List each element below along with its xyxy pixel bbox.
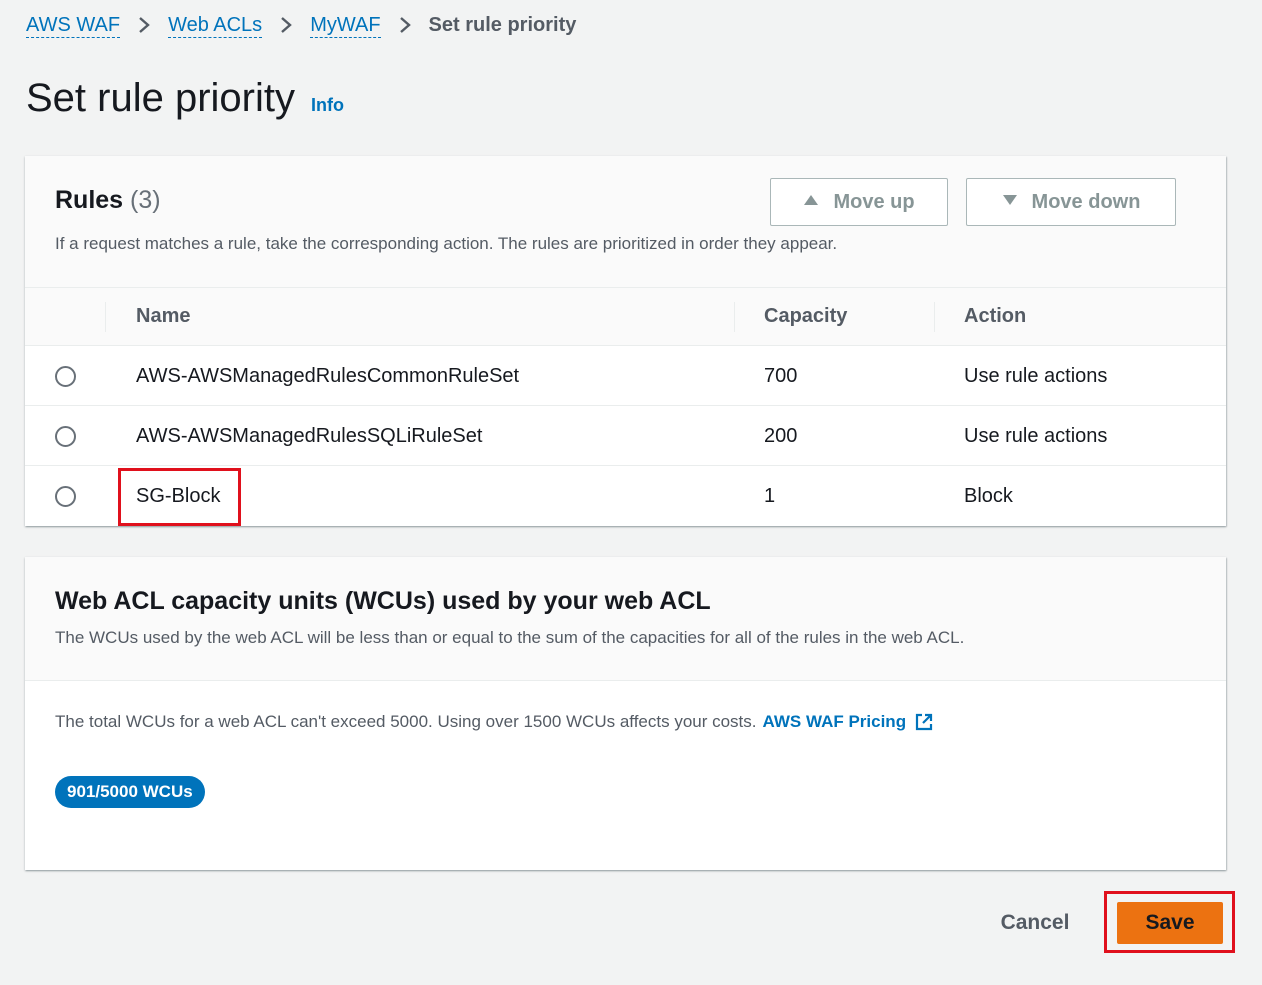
rule-radio-button[interactable] <box>55 486 76 507</box>
breadcrumb-mywaf[interactable]: MyWAF <box>310 13 381 38</box>
wcu-total-text: The total WCUs for a web ACL can't excee… <box>55 712 934 732</box>
rule-capacity: 1 <box>764 485 776 507</box>
column-header-action[interactable]: Action <box>964 305 1026 328</box>
wcu-usage-badge: 901/5000 WCUs <box>55 776 205 808</box>
rules-title: Rules (3) <box>55 186 161 215</box>
wcu-total-message: The total WCUs for a web ACL can't excee… <box>55 712 757 731</box>
column-divider <box>105 302 106 332</box>
move-down-label: Move down <box>1031 190 1141 213</box>
wcu-panel: Web ACL capacity units (WCUs) used by yo… <box>25 557 1226 870</box>
breadcrumb-aws-waf[interactable]: AWS WAF <box>26 13 121 38</box>
page-title: Set rule priority <box>26 76 295 120</box>
rules-title-text: Rules <box>55 186 124 214</box>
rule-action: Block <box>964 485 1013 507</box>
chevron-right-icon <box>280 16 293 34</box>
rules-count: (3) <box>130 186 161 214</box>
rule-capacity: 200 <box>764 425 798 447</box>
page-header: Set rule priority Info <box>26 76 344 121</box>
wcu-description: The WCUs used by the web ACL will be les… <box>55 628 965 647</box>
rule-name: SG-Block <box>136 485 221 507</box>
cancel-button[interactable]: Cancel <box>985 906 1085 940</box>
wcu-title: Web ACL capacity units (WCUs) used by yo… <box>55 587 711 615</box>
caret-down-icon <box>1002 193 1018 211</box>
column-divider <box>734 302 735 332</box>
table-row[interactable]: AWS-AWSManagedRulesCommonRuleSet 700 Use… <box>25 346 1226 406</box>
table-row[interactable]: SG-Block 1 Block <box>25 466 1226 526</box>
wcu-header: Web ACL capacity units (WCUs) used by yo… <box>25 557 1226 681</box>
column-header-capacity[interactable]: Capacity <box>764 305 847 328</box>
breadcrumb-current: Set rule priority <box>428 13 577 36</box>
move-up-button[interactable]: Move up <box>770 178 948 226</box>
move-down-button[interactable]: Move down <box>966 178 1176 226</box>
external-link-icon[interactable] <box>914 712 934 732</box>
breadcrumb: AWS WAF Web ACLs MyWAF Set rule priority <box>26 11 576 39</box>
rules-header: Rules (3) If a request matches a rule, t… <box>25 156 1226 288</box>
rules-table-header: Name Capacity Action <box>25 288 1226 346</box>
rule-action: Use rule actions <box>964 425 1108 447</box>
info-link[interactable]: Info <box>311 95 344 116</box>
rule-action: Use rule actions <box>964 365 1108 387</box>
rules-description: If a request matches a rule, take the co… <box>55 234 838 253</box>
save-button[interactable]: Save <box>1117 902 1223 944</box>
column-divider <box>934 302 935 332</box>
chevron-right-icon <box>399 16 411 34</box>
rule-name: AWS-AWSManagedRulesCommonRuleSet <box>136 365 520 387</box>
chevron-right-icon <box>138 16 150 34</box>
rule-radio-button[interactable] <box>55 366 76 387</box>
column-header-name[interactable]: Name <box>136 305 190 328</box>
rules-panel: Rules (3) If a request matches a rule, t… <box>25 156 1226 526</box>
rule-radio-button[interactable] <box>55 426 76 447</box>
breadcrumb-web-acls[interactable]: Web ACLs <box>168 13 263 38</box>
rule-capacity: 700 <box>764 365 798 387</box>
caret-up-icon <box>803 193 819 211</box>
rule-name: AWS-AWSManagedRulesSQLiRuleSet <box>136 425 483 447</box>
aws-waf-pricing-link[interactable]: AWS WAF Pricing <box>763 712 907 732</box>
table-row[interactable]: AWS-AWSManagedRulesSQLiRuleSet 200 Use r… <box>25 406 1226 466</box>
move-up-label: Move up <box>833 190 915 213</box>
